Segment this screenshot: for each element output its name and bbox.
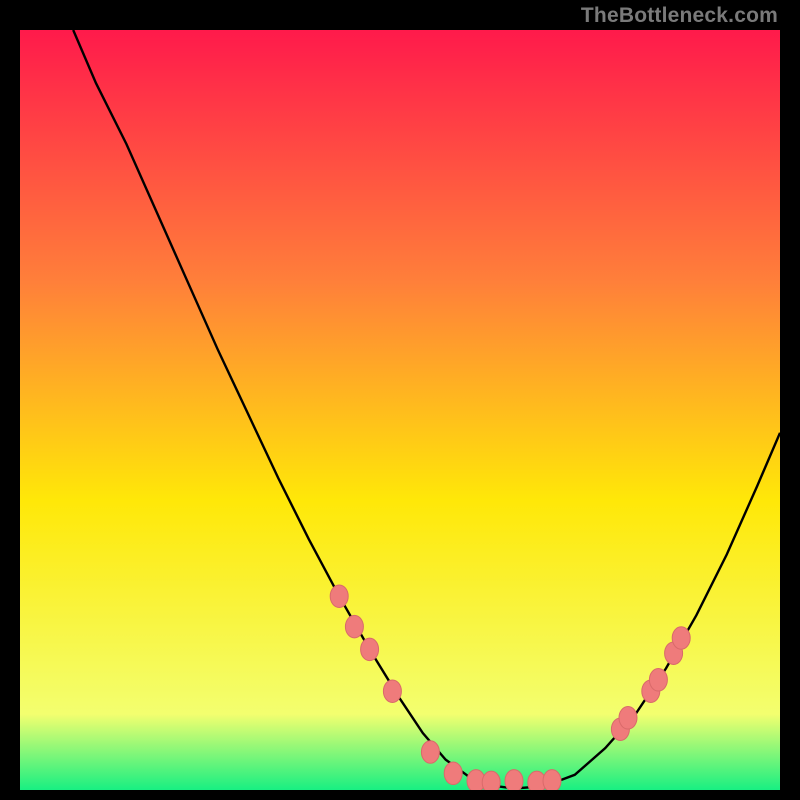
highlight-dot [361,638,379,661]
highlight-dot [444,762,462,785]
highlight-dot [649,669,667,692]
highlight-dot [383,680,401,703]
highlight-dot [672,627,690,650]
highlight-dot [543,770,561,790]
highlight-dot [330,585,348,608]
highlight-dot [421,741,439,764]
highlight-dot [505,770,523,790]
highlight-dot [345,615,363,638]
chart-frame [20,30,780,790]
highlight-dot [482,771,500,790]
highlight-dot [619,707,637,730]
watermark-text: TheBottleneck.com [581,4,778,28]
chart-svg [20,30,780,790]
